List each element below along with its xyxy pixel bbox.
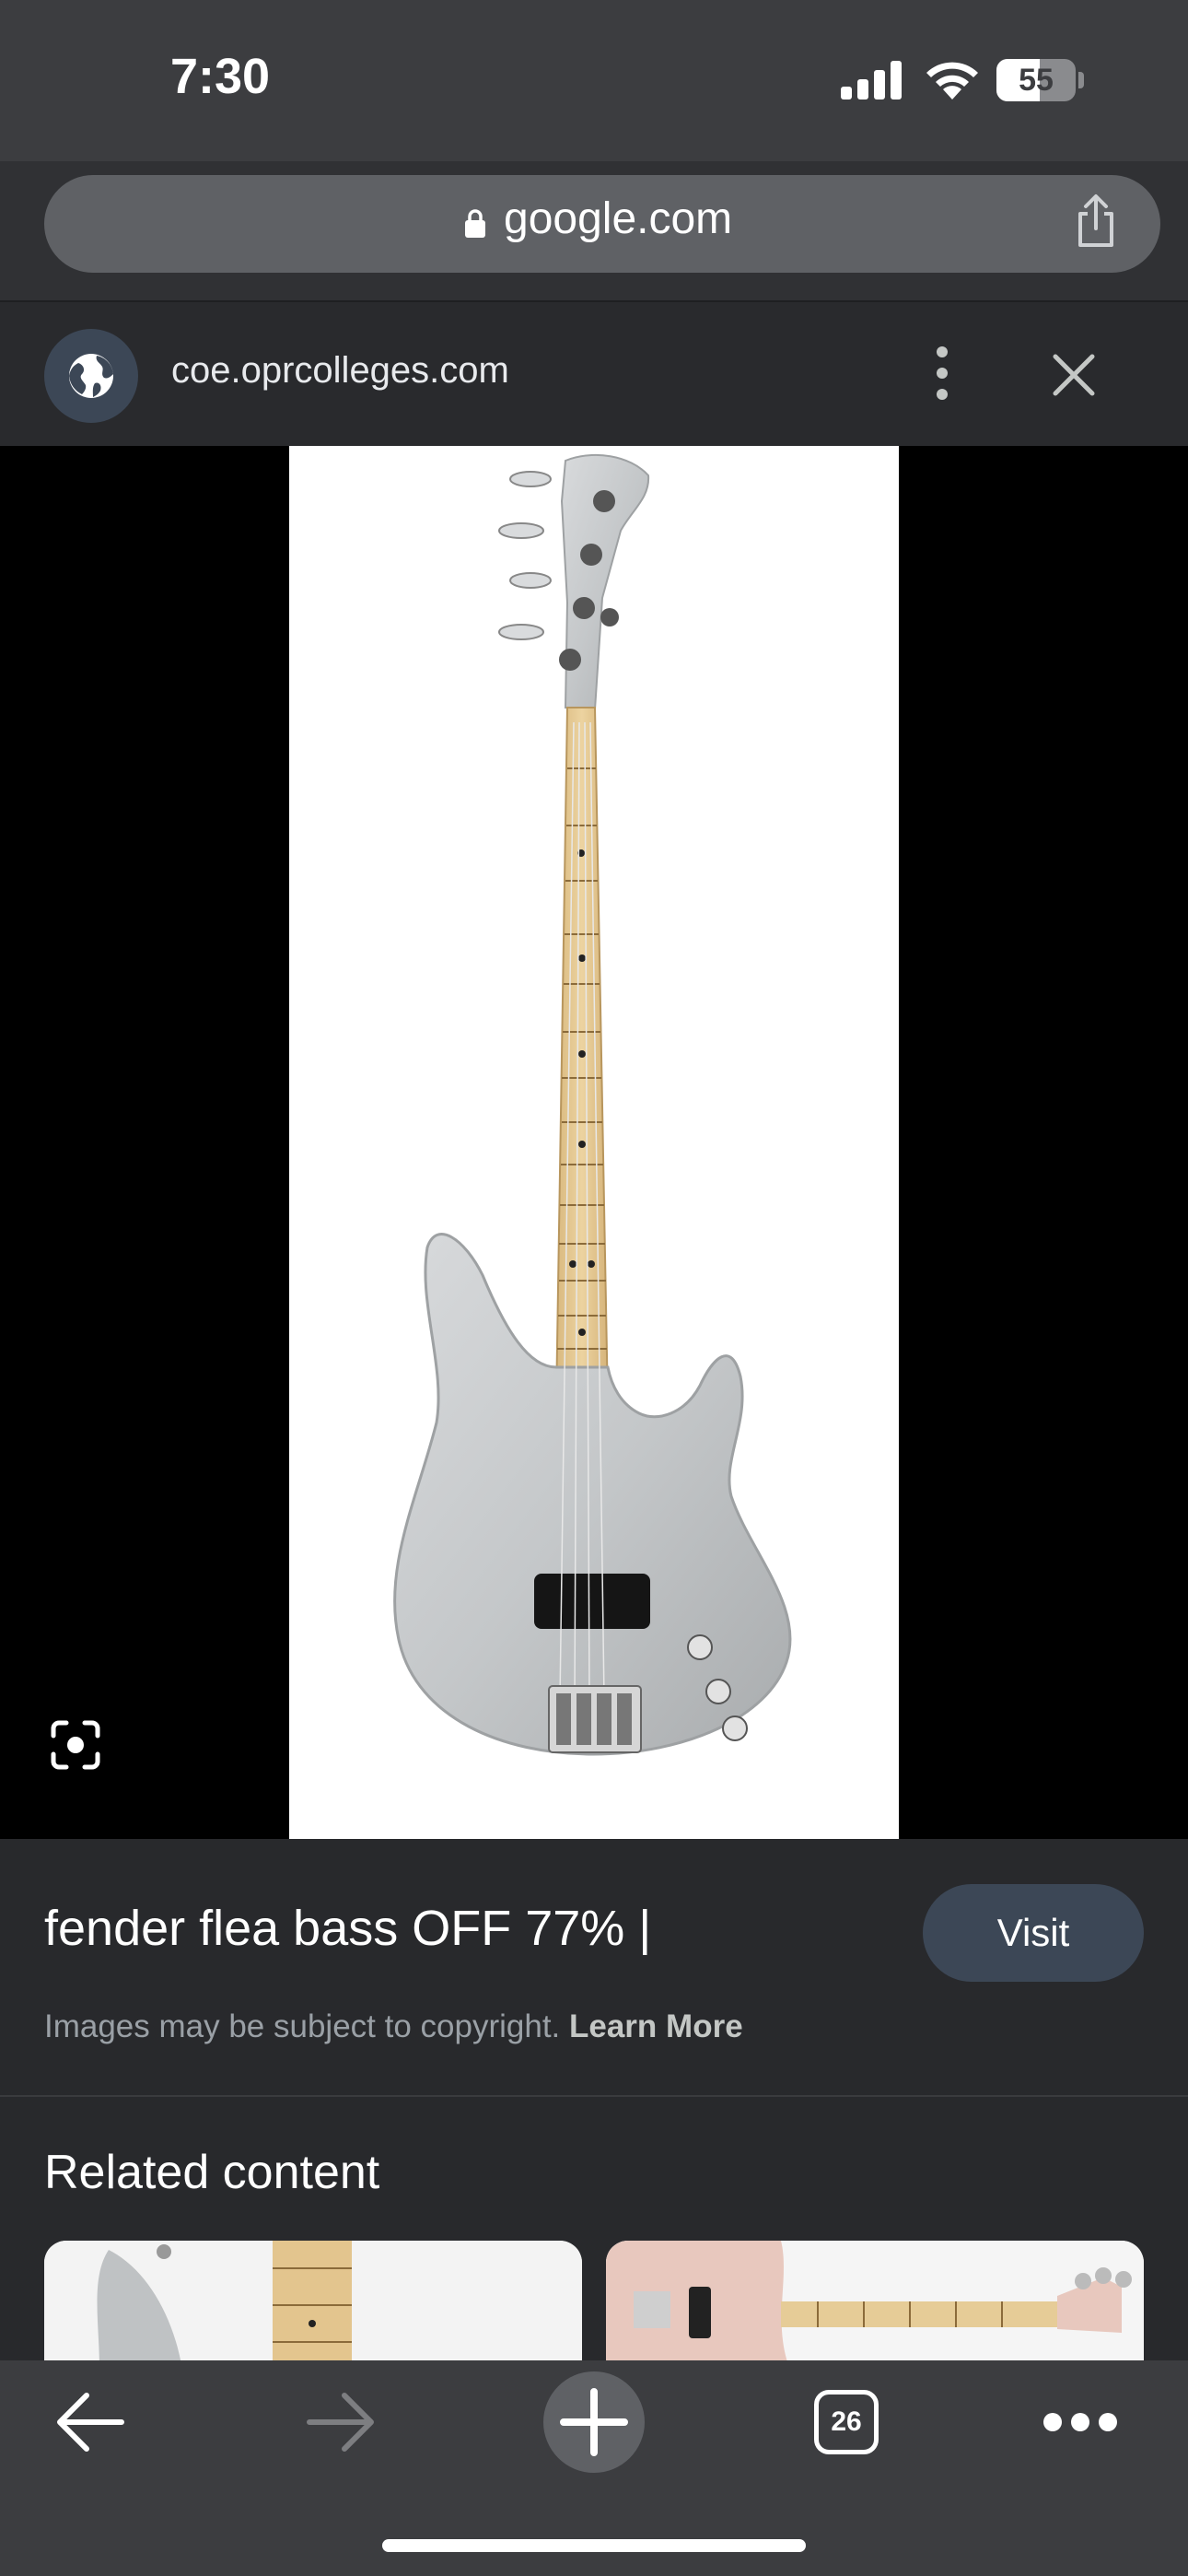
lens-icon[interactable]	[50, 1719, 101, 1771]
url-text[interactable]: google.com	[504, 193, 732, 244]
result-title[interactable]: fender flea bass OFF 77% |	[44, 1900, 651, 1957]
wifi-icon	[926, 62, 978, 100]
source-domain[interactable]: coe.oprcolleges.com	[171, 350, 509, 392]
learn-more-link[interactable]: Learn More	[569, 2008, 743, 2044]
forward-icon[interactable]	[304, 2390, 378, 2454]
globe-icon	[69, 354, 113, 398]
related-content-title: Related content	[44, 2146, 380, 2199]
cellular-signal-icon	[841, 61, 902, 100]
more-horiz-icon[interactable]	[1041, 2408, 1120, 2436]
battery-indicator: 55	[996, 59, 1085, 101]
new-tab-button[interactable]	[543, 2371, 645, 2473]
visit-button[interactable]: Visit	[923, 1884, 1144, 1982]
bass-guitar-image	[393, 453, 792, 1756]
copyright-text: Images may be subject to copyright.	[44, 2008, 569, 2044]
back-icon[interactable]	[53, 2390, 127, 2454]
copyright-note: Images may be subject to copyright. Lear…	[44, 2008, 743, 2045]
tab-switcher-button[interactable]: 26	[814, 2390, 879, 2454]
related-thumbnail[interactable]	[606, 2241, 1144, 2370]
related-image-2	[606, 2241, 1144, 2370]
home-indicator[interactable]	[382, 2539, 806, 2552]
more-vert-icon[interactable]	[923, 343, 961, 404]
battery-level: 55	[1019, 63, 1054, 98]
plus-icon	[560, 2388, 628, 2456]
share-icon[interactable]	[1073, 193, 1119, 249]
related-thumbnail[interactable]	[44, 2241, 582, 2370]
lock-icon	[465, 209, 485, 238]
close-icon[interactable]	[1052, 353, 1096, 397]
image-preview-fender-bass[interactable]	[289, 446, 899, 1839]
status-time: 7:30	[170, 49, 271, 104]
related-image-1	[44, 2241, 582, 2370]
